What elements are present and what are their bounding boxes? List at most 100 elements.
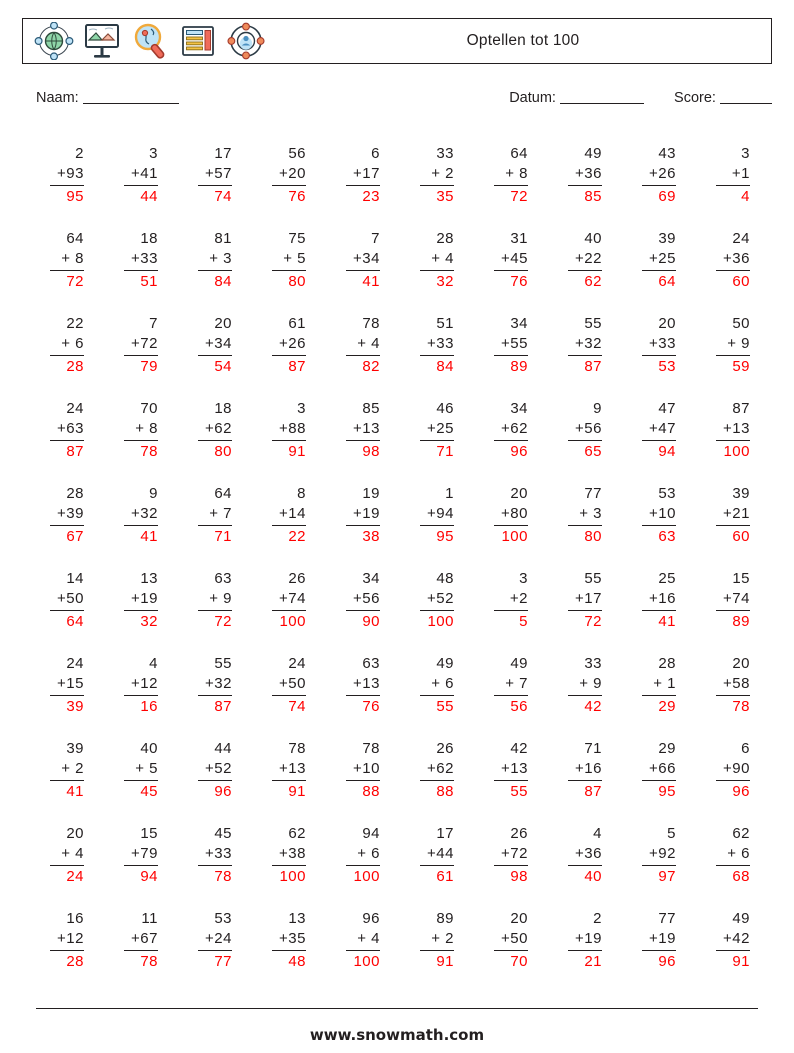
answer-value[interactable]: 96 [642,951,676,972]
answer-value[interactable]: 94 [124,866,158,887]
answer-value[interactable]: 91 [272,441,306,462]
answer-value[interactable]: 72 [568,611,602,632]
answer-value[interactable]: 62 [568,271,602,292]
answer-value[interactable]: 89 [494,356,528,377]
answer-value[interactable]: 41 [124,526,158,547]
answer-value[interactable]: 41 [346,271,380,292]
answer-value[interactable]: 80 [568,526,602,547]
score-input-blank[interactable] [720,103,772,104]
answer-value[interactable]: 16 [124,696,158,717]
answer-value[interactable]: 23 [346,186,380,207]
answer-value[interactable]: 63 [642,526,676,547]
answer-value[interactable]: 76 [346,696,380,717]
answer-value[interactable]: 51 [124,271,158,292]
answer-value[interactable]: 78 [124,951,158,972]
answer-value[interactable]: 40 [568,866,602,887]
answer-value[interactable]: 87 [568,356,602,377]
answer-value[interactable]: 21 [568,951,602,972]
answer-value[interactable]: 95 [642,781,676,802]
answer-value[interactable]: 54 [198,356,232,377]
answer-value[interactable]: 78 [716,696,750,717]
answer-value[interactable]: 72 [494,186,528,207]
answer-value[interactable]: 84 [198,271,232,292]
answer-value[interactable]: 38 [346,526,380,547]
answer-value[interactable]: 77 [198,951,232,972]
answer-value[interactable]: 32 [124,611,158,632]
answer-value[interactable]: 48 [272,951,306,972]
answer-value[interactable]: 41 [642,611,676,632]
answer-value[interactable]: 60 [716,271,750,292]
date-input-blank[interactable] [559,103,644,104]
answer-value[interactable]: 91 [272,781,306,802]
answer-value[interactable]: 56 [494,696,528,717]
answer-value[interactable]: 64 [642,271,676,292]
answer-value[interactable]: 98 [346,441,380,462]
answer-value[interactable]: 88 [420,781,454,802]
answer-value[interactable]: 78 [124,441,158,462]
answer-value[interactable]: 69 [642,186,676,207]
answer-value[interactable]: 41 [50,781,84,802]
answer-value[interactable]: 44 [124,186,158,207]
answer-value[interactable]: 68 [716,866,750,887]
answer-value[interactable]: 94 [642,441,676,462]
answer-value[interactable]: 74 [198,186,232,207]
answer-value[interactable]: 5 [494,611,528,632]
answer-value[interactable]: 55 [420,696,454,717]
answer-value[interactable]: 96 [716,781,750,802]
answer-value[interactable]: 42 [568,696,602,717]
answer-value[interactable]: 98 [494,866,528,887]
answer-value[interactable]: 59 [716,356,750,377]
answer-value[interactable]: 24 [50,866,84,887]
answer-value[interactable]: 61 [420,866,454,887]
answer-value[interactable]: 60 [716,526,750,547]
answer-value[interactable]: 22 [272,526,306,547]
name-input-blank[interactable] [82,103,179,104]
answer-value[interactable]: 79 [124,356,158,377]
answer-value[interactable]: 100 [420,611,454,632]
answer-value[interactable]: 76 [494,271,528,292]
answer-value[interactable]: 32 [420,271,454,292]
answer-value[interactable]: 74 [272,696,306,717]
answer-value[interactable]: 55 [494,781,528,802]
answer-value[interactable]: 91 [420,951,454,972]
answer-value[interactable]: 87 [198,696,232,717]
answer-value[interactable]: 96 [494,441,528,462]
answer-value[interactable]: 100 [272,611,306,632]
answer-value[interactable]: 67 [50,526,84,547]
answer-value[interactable]: 72 [50,271,84,292]
answer-value[interactable]: 84 [420,356,454,377]
answer-value[interactable]: 28 [50,356,84,377]
answer-value[interactable]: 65 [568,441,602,462]
answer-value[interactable]: 76 [272,186,306,207]
answer-value[interactable]: 100 [272,866,306,887]
answer-value[interactable]: 39 [50,696,84,717]
answer-value[interactable]: 96 [198,781,232,802]
answer-value[interactable]: 78 [198,866,232,887]
answer-value[interactable]: 71 [198,526,232,547]
answer-value[interactable]: 95 [420,526,454,547]
answer-value[interactable]: 80 [198,441,232,462]
answer-value[interactable]: 89 [716,611,750,632]
answer-value[interactable]: 71 [420,441,454,462]
answer-value[interactable]: 64 [50,611,84,632]
answer-value[interactable]: 87 [272,356,306,377]
answer-value[interactable]: 88 [346,781,380,802]
answer-value[interactable]: 28 [50,951,84,972]
answer-value[interactable]: 29 [642,696,676,717]
answer-value[interactable]: 90 [346,611,380,632]
answer-value[interactable]: 95 [50,186,84,207]
answer-value[interactable]: 97 [642,866,676,887]
answer-value[interactable]: 72 [198,611,232,632]
answer-value[interactable]: 100 [494,526,528,547]
answer-value[interactable]: 87 [568,781,602,802]
answer-value[interactable]: 35 [420,186,454,207]
answer-value[interactable]: 80 [272,271,306,292]
answer-value[interactable]: 85 [568,186,602,207]
answer-value[interactable]: 100 [346,866,380,887]
answer-value[interactable]: 100 [346,951,380,972]
answer-value[interactable]: 91 [716,951,750,972]
answer-value[interactable]: 100 [716,441,750,462]
answer-value[interactable]: 82 [346,356,380,377]
answer-value[interactable]: 70 [494,951,528,972]
answer-value[interactable]: 87 [50,441,84,462]
